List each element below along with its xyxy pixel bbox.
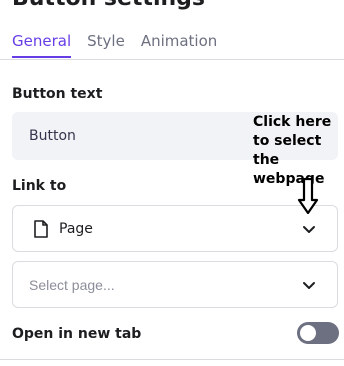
link-to-label: Link to — [12, 178, 67, 194]
page-icon — [34, 219, 48, 238]
button-text-value: Button — [29, 128, 76, 144]
tab-animation[interactable]: Animation — [141, 32, 217, 58]
arrow-down-icon — [297, 178, 319, 214]
page-select-placeholder: Select page... — [29, 276, 115, 293]
page-select[interactable]: Select page... — [12, 261, 338, 308]
chevron-down-icon — [303, 282, 315, 289]
open-new-tab-toggle[interactable] — [297, 322, 339, 344]
open-new-tab-label: Open in new tab — [12, 326, 142, 342]
link-type-value: Page — [59, 220, 93, 237]
settings-tabs: General Style Animation — [12, 32, 217, 58]
bottom-divider — [0, 359, 344, 360]
panel-title: Button settings — [12, 0, 205, 11]
tab-style[interactable]: Style — [87, 32, 125, 58]
chevron-down-icon — [303, 226, 315, 233]
tabs-divider — [0, 59, 344, 60]
button-text-label: Button text — [12, 86, 103, 102]
tab-general[interactable]: General — [12, 32, 72, 58]
link-type-select[interactable]: Page — [12, 205, 338, 252]
toggle-knob — [300, 325, 316, 341]
